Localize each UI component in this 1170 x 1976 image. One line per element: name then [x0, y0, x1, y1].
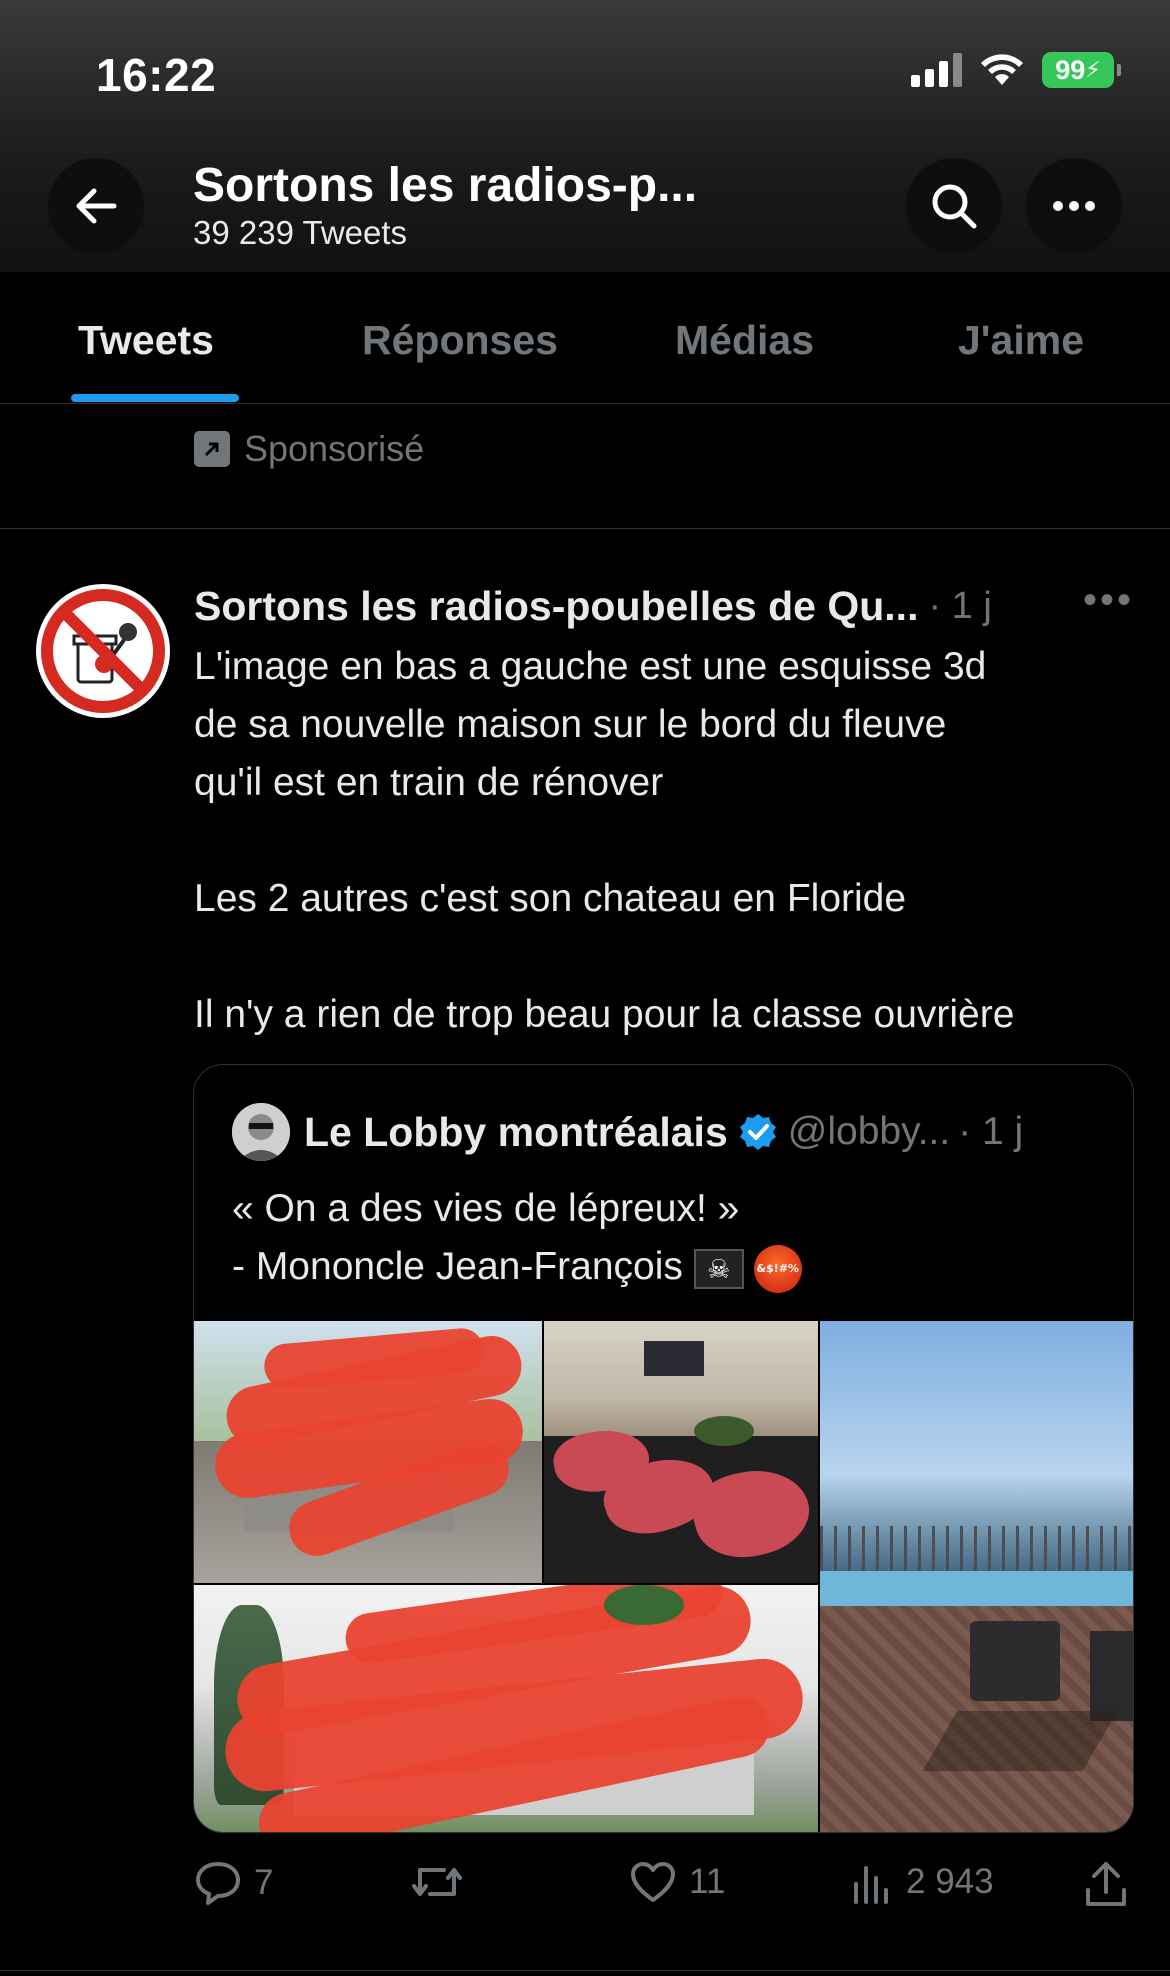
status-time: 16:22	[96, 49, 217, 101]
wifi-icon	[981, 54, 1023, 85]
more-options-button[interactable]	[1026, 158, 1122, 254]
cursing-face-icon: &$!#%	[753, 1244, 802, 1293]
ellipsis-icon	[1053, 201, 1095, 211]
tab-tweets[interactable]: Tweets	[78, 317, 214, 364]
verified-badge-icon	[739, 1114, 776, 1150]
charging-bolt-icon: ⚡	[1085, 57, 1101, 82]
tweet-text: L'image en bas a gauche est une esquisse…	[194, 645, 1015, 1036]
reply-bubble-icon	[196, 1862, 240, 1905]
divider	[0, 528, 1170, 529]
sponsored-text: Sponsorisé	[244, 428, 425, 469]
promoted-arrow-icon	[194, 431, 230, 467]
search-icon	[932, 184, 977, 229]
retweet-button[interactable]	[410, 1860, 476, 1904]
tab-likes[interactable]: J'aime	[958, 317, 1084, 364]
view-count: 2 943	[906, 1862, 994, 1901]
quoted-timestamp: · 1 j	[958, 1110, 1024, 1153]
reply-count: 7	[254, 1863, 274, 1902]
no-radio-logo-icon	[39, 587, 167, 715]
quote-line-1: « On a des vies de lépreux! »	[232, 1187, 740, 1230]
arrow-left-icon	[76, 188, 117, 224]
share-icon	[1086, 1862, 1126, 1906]
tweet-count: 39 239 Tweets	[193, 214, 408, 251]
reply-button[interactable]: 7	[194, 1860, 273, 1906]
quote-line-2: - Mononcle Jean-François	[232, 1245, 683, 1288]
quoted-author-handle: @lobby...	[787, 1110, 951, 1153]
tab-replies[interactable]: Réponses	[362, 317, 558, 364]
battery-indicator: 99 ⚡	[1042, 52, 1121, 88]
profile-header: 16:22 99 ⚡ Sortons les radios-p... 39 239…	[0, 0, 1170, 272]
like-button[interactable]: 11	[629, 1860, 725, 1904]
tab-media[interactable]: Médias	[675, 317, 814, 364]
quoted-author-avatar	[232, 1103, 290, 1161]
retweet-icon	[412, 1868, 462, 1896]
active-tab-indicator	[71, 394, 239, 402]
tweet-header: Sortons les radios-poubelles de Qu... · …	[194, 578, 1134, 634]
author-avatar[interactable]	[36, 584, 170, 718]
bar-chart-icon	[854, 1866, 888, 1904]
media-grid	[194, 1321, 1133, 1832]
back-button[interactable]	[48, 158, 144, 254]
cursing-face-symbols: &$!#%	[756, 1261, 799, 1275]
tweet-actions: 7 11 2 943	[194, 1860, 1134, 1916]
media-image-steaks[interactable]	[544, 1321, 818, 1583]
share-button[interactable]	[1084, 1860, 1128, 1908]
pirate-flag-icon: ☠	[693, 1248, 744, 1289]
status-icons: 99 ⚡	[911, 52, 1121, 88]
quoted-author-name: Le Lobby montréalais	[304, 1108, 728, 1155]
sponsored-label: Sponsorisé	[194, 428, 424, 470]
media-image-pool-lake[interactable]	[820, 1321, 1133, 1832]
quoted-tweet[interactable]: Le Lobby montréalais @lobby... · 1 j « O…	[193, 1064, 1134, 1833]
media-image-house-redacted[interactable]	[194, 1321, 542, 1583]
tweet-author-name[interactable]: Sortons les radios-poubelles de Qu...	[194, 583, 918, 630]
like-count: 11	[689, 1862, 726, 1901]
page-title: Sortons les radios-p...	[193, 159, 698, 212]
views-button[interactable]: 2 943	[850, 1860, 994, 1904]
media-image-house-sketch-redacted[interactable]	[194, 1585, 818, 1832]
search-button[interactable]	[906, 158, 1002, 254]
heart-icon	[631, 1862, 675, 1902]
divider	[0, 1970, 1170, 1971]
tweet-timestamp[interactable]: · 1 j	[928, 585, 991, 628]
cellular-signal-icon	[911, 53, 962, 87]
tweet-more-icon[interactable]: •••	[1083, 578, 1134, 623]
profile-tabs: Tweets Réponses Médias J'aime	[0, 272, 1170, 404]
quoted-tweet-header: Le Lobby montréalais @lobby... · 1 j	[232, 1103, 1023, 1161]
quoted-tweet-text: « On a des vies de lépreux! » - Mononcle…	[232, 1180, 802, 1296]
battery-level: 99	[1055, 54, 1086, 85]
